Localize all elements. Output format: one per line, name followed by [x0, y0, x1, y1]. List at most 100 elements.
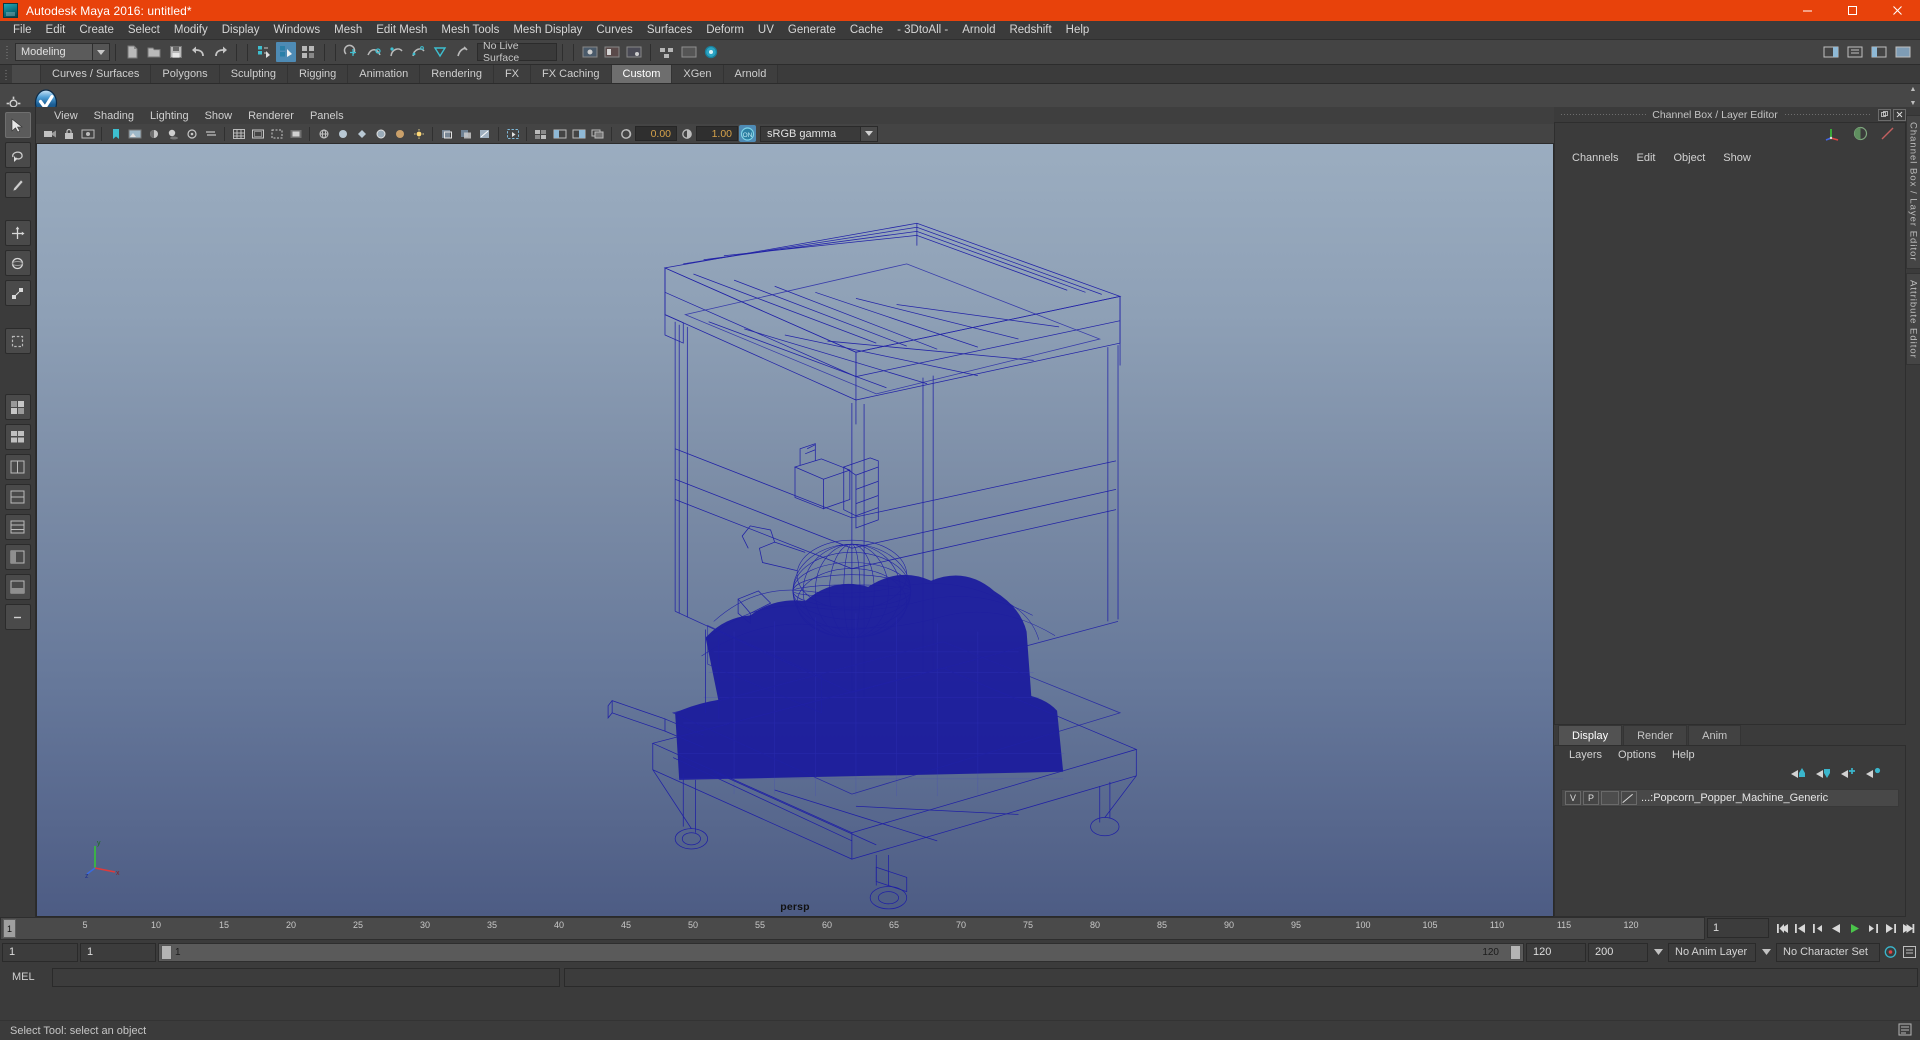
current-frame-field[interactable]: 1: [1707, 918, 1769, 938]
snap-grid-icon[interactable]: [342, 42, 362, 62]
select-tool[interactable]: [4, 112, 31, 138]
viewport-menu-show[interactable]: Show: [197, 110, 241, 122]
animation-start-time-field[interactable]: 1: [2, 942, 78, 962]
contrast-icon[interactable]: [678, 125, 695, 142]
shelf-tab-fx-caching[interactable]: FX Caching: [531, 65, 612, 83]
viewport-menu-view[interactable]: View: [46, 110, 86, 122]
gamma-value-field[interactable]: 1.00: [696, 126, 738, 141]
range-end-handle[interactable]: [1510, 944, 1521, 960]
viewport-menu-shading[interactable]: Shading: [86, 110, 142, 122]
ambient-occlusion-icon[interactable]: [183, 125, 200, 142]
layer-tab-render[interactable]: Render: [1623, 725, 1688, 745]
range-start-handle[interactable]: [161, 944, 172, 960]
attribute-editor-icon[interactable]: [1845, 42, 1865, 62]
animation-end-time-field[interactable]: 200: [1588, 942, 1648, 962]
flat-shade-icon[interactable]: [353, 125, 370, 142]
channel-box-menu-channels[interactable]: Channels: [1563, 152, 1627, 164]
shelf-scroll-up-icon[interactable]: ▲: [1906, 84, 1920, 94]
wireframe-icon[interactable]: [315, 125, 332, 142]
menu-mesh-tools[interactable]: Mesh Tools: [434, 22, 506, 38]
layer-menu-options[interactable]: Options: [1610, 749, 1664, 761]
close-button[interactable]: [1875, 0, 1920, 21]
move-layer-up-icon[interactable]: [1791, 766, 1806, 784]
layout-hypergraph[interactable]: [4, 574, 31, 600]
layout-three-pane[interactable]: [4, 514, 31, 540]
shelf-tab-general[interactable]: [12, 65, 41, 83]
time-slider[interactable]: 1 5 10 15 20 25 30 35 40 45 50 55 60 65 …: [0, 917, 1705, 940]
range-options-dropdown-arrow[interactable]: [1650, 943, 1666, 962]
select-object-icon[interactable]: [276, 42, 296, 62]
layer-menu-help[interactable]: Help: [1664, 749, 1703, 761]
undo-icon[interactable]: [188, 42, 208, 62]
menu-edit-mesh[interactable]: Edit Mesh: [369, 22, 434, 38]
layout-more[interactable]: [4, 604, 31, 630]
shelf-tab-fx[interactable]: FX: [493, 65, 532, 83]
menu-set-dropdown-arrow[interactable]: [93, 43, 110, 61]
menu-redshift[interactable]: Redshift: [1002, 22, 1058, 38]
use-all-lights-icon[interactable]: [410, 125, 427, 142]
menu-set-selector[interactable]: Modeling: [15, 43, 93, 61]
gate-mask-icon[interactable]: [287, 125, 304, 142]
layer-tab-anim[interactable]: Anim: [1688, 725, 1742, 745]
snap-projected-icon[interactable]: [408, 42, 428, 62]
menu-curves[interactable]: Curves: [589, 22, 639, 38]
layer-menu-layers[interactable]: Layers: [1561, 749, 1610, 761]
exposure-icon[interactable]: [617, 125, 634, 142]
menu-windows[interactable]: Windows: [266, 22, 327, 38]
film-gate-icon[interactable]: [249, 125, 266, 142]
render-view-icon[interactable]: [679, 42, 699, 62]
rotate-tool[interactable]: [4, 250, 31, 276]
menu-cache[interactable]: Cache: [843, 22, 890, 38]
layer-playback-toggle[interactable]: P: [1583, 791, 1599, 805]
shelf-tab-rigging[interactable]: Rigging: [287, 65, 349, 83]
layout-four-view[interactable]: [4, 424, 31, 450]
move-tool[interactable]: [4, 220, 31, 246]
sidebar-toggle-icon[interactable]: [1821, 42, 1841, 62]
menu-file[interactable]: File: [6, 22, 39, 38]
grid-toggle-icon[interactable]: [532, 125, 549, 142]
viewport-menu-lighting[interactable]: Lighting: [142, 110, 197, 122]
maximize-button[interactable]: [1830, 0, 1875, 21]
anim-layer-dropdown-arrow[interactable]: [1758, 943, 1774, 962]
menu-select[interactable]: Select: [121, 22, 167, 38]
shelf-tab-xgen[interactable]: XGen: [672, 65, 724, 83]
playback-end-time-field[interactable]: 120: [1526, 942, 1586, 962]
channel-box-menu-edit[interactable]: Edit: [1627, 152, 1664, 164]
menu-3dtoall[interactable]: - 3DtoAll -: [890, 22, 955, 38]
channel-box-menu-show[interactable]: Show: [1714, 152, 1760, 164]
undock-icon[interactable]: [1878, 108, 1891, 121]
menu-edit[interactable]: Edit: [39, 22, 73, 38]
command-input-field[interactable]: [52, 967, 560, 987]
render-current-frame-icon[interactable]: [580, 42, 600, 62]
shadows-icon[interactable]: [164, 125, 181, 142]
xray-icon[interactable]: [438, 125, 455, 142]
diagonal-line-icon[interactable]: [1880, 126, 1895, 146]
bookmark-icon[interactable]: [107, 125, 124, 142]
menu-arnold[interactable]: Arnold: [955, 22, 1002, 38]
motion-blur-icon[interactable]: [202, 125, 219, 142]
make-live-icon[interactable]: [452, 42, 472, 62]
layer-shading-ramp-icon[interactable]: [1621, 791, 1637, 805]
panel-snapshot-icon[interactable]: [570, 125, 587, 142]
new-layer-icon[interactable]: [1841, 766, 1856, 784]
go-to-start-icon[interactable]: [1774, 919, 1791, 938]
shelf-tab-curves-surfaces[interactable]: Curves / Surfaces: [41, 65, 152, 83]
step-forward-keyframe-icon[interactable]: [1882, 919, 1899, 938]
hypershade-icon[interactable]: [657, 42, 677, 62]
panel-duplicate-icon[interactable]: [589, 125, 606, 142]
grid-icon[interactable]: [230, 125, 247, 142]
menu-deform[interactable]: Deform: [699, 22, 751, 38]
new-layer-from-selected-icon[interactable]: [1866, 766, 1881, 784]
ipr-render-icon[interactable]: [602, 42, 622, 62]
color-profile-dropdown-arrow[interactable]: [860, 126, 877, 141]
shelf-tab-custom[interactable]: Custom: [611, 65, 673, 83]
redo-icon[interactable]: [210, 42, 230, 62]
last-tool-used[interactable]: [4, 328, 31, 354]
play-forwards-icon[interactable]: [1846, 919, 1863, 938]
time-slider-playhead[interactable]: 1: [3, 919, 16, 938]
two-sided-lighting-icon[interactable]: [145, 125, 162, 142]
menu-surfaces[interactable]: Surfaces: [640, 22, 699, 38]
layer-color-swatch[interactable]: [1601, 791, 1619, 805]
layout-two-pane-side[interactable]: [4, 454, 31, 480]
step-forward-frame-icon[interactable]: [1864, 919, 1881, 938]
